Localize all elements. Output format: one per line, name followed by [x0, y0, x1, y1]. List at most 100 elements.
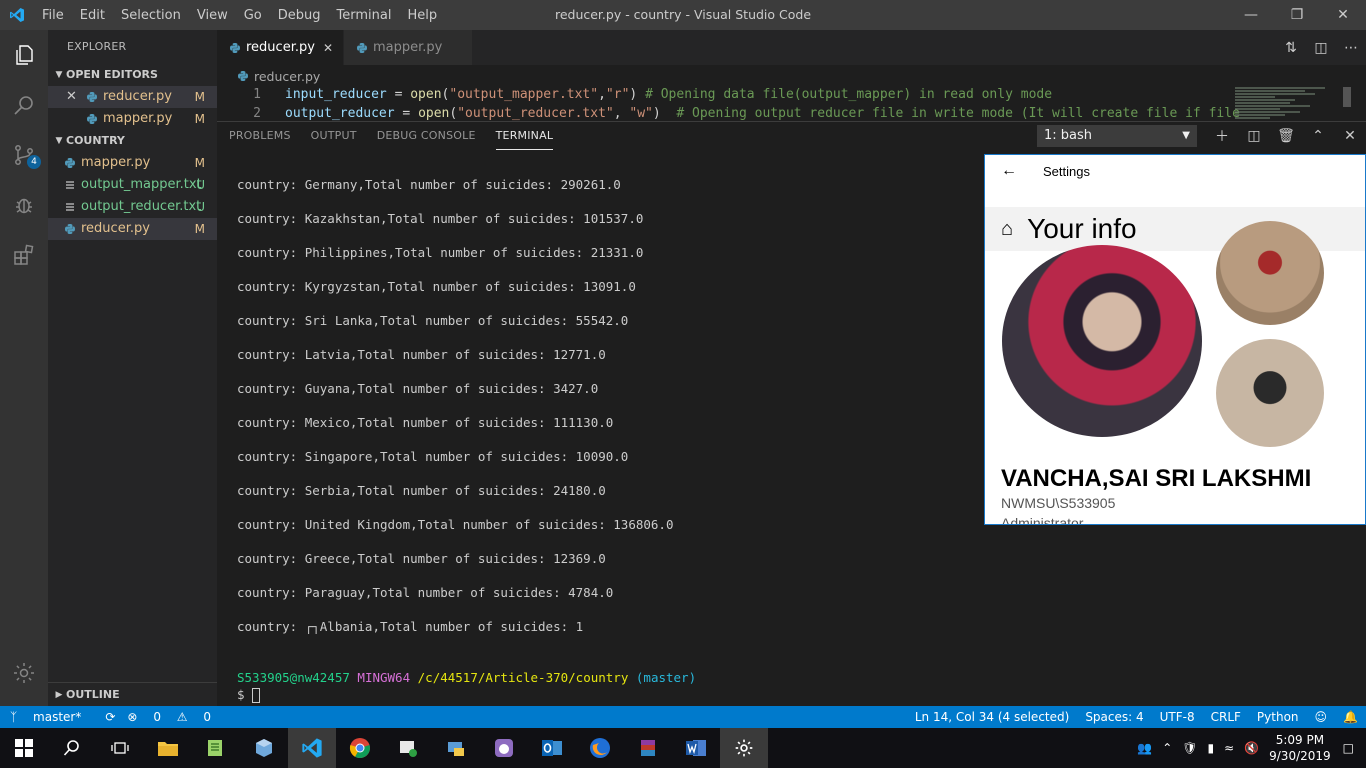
task-view-icon[interactable] — [96, 728, 144, 768]
encoding[interactable]: UTF-8 — [1160, 710, 1195, 724]
media-app-icon[interactable] — [384, 728, 432, 768]
close-icon[interactable]: ✕ — [1320, 0, 1366, 30]
winrar-icon[interactable] — [624, 728, 672, 768]
settings-window[interactable]: ← Settings ⌂ Your info VANCHA,SAI SRI LA… — [984, 154, 1366, 525]
split-editor-icon[interactable]: ◫ — [1306, 40, 1336, 56]
volume-muted-icon[interactable]: 🔇 — [1244, 741, 1259, 755]
windows-start-icon[interactable] — [0, 728, 48, 768]
indentation[interactable]: Spaces: 4 — [1085, 710, 1143, 724]
control-panel-icon[interactable] — [432, 728, 480, 768]
settings-taskbar-gear-icon[interactable] — [720, 728, 768, 768]
bell-icon[interactable]: 🔔 — [1343, 710, 1358, 724]
search-icon[interactable] — [48, 728, 96, 768]
vscode-taskbar-icon[interactable] — [288, 728, 336, 768]
gear-icon[interactable] — [0, 648, 48, 698]
battery-icon[interactable]: ▮ — [1208, 741, 1215, 755]
home-icon[interactable]: ⌂ — [1001, 218, 1013, 241]
menu-debug[interactable]: Debug — [270, 8, 329, 23]
restore-icon[interactable]: ❐ — [1274, 0, 1320, 30]
profile-photo[interactable] — [1002, 245, 1202, 437]
tab-debug-console[interactable]: DEBUG CONSOLE — [377, 122, 476, 150]
tab-output[interactable]: OUTPUT — [311, 122, 357, 150]
file-explorer-icon[interactable] — [144, 728, 192, 768]
status-right: Ln 14, Col 34 (4 selected) Spaces: 4 UTF… — [915, 706, 1366, 728]
recent-photo[interactable] — [1216, 221, 1324, 325]
file-item[interactable]: output_reducer.txt U — [48, 196, 217, 218]
file-item[interactable]: reducer.py M — [48, 218, 217, 240]
menu-go[interactable]: Go — [236, 8, 270, 23]
close-icon[interactable]: ✕ — [66, 86, 84, 108]
chevron-up-icon[interactable]: ⌃ — [1162, 741, 1172, 755]
people-icon[interactable]: 👥 — [1137, 741, 1152, 755]
smiley-icon[interactable]: ☺ — [1315, 710, 1328, 724]
prompt-branch: (master) — [635, 670, 697, 685]
explorer-icon[interactable] — [0, 30, 48, 80]
menu-selection[interactable]: Selection — [113, 8, 189, 23]
close-panel-icon[interactable]: ✕ — [1334, 128, 1366, 144]
terminal-prompt[interactable]: S533905@nw42457 MINGW64 /c/44517/Article… — [237, 669, 696, 703]
cursor-position[interactable]: Ln 14, Col 34 (4 selected) — [915, 710, 1069, 724]
branch-indicator[interactable]: ᛉ master* — [10, 710, 93, 724]
recent-photo[interactable] — [1216, 339, 1324, 447]
more-actions-icon[interactable]: ⋯ — [1336, 40, 1366, 56]
open-editor-reducer[interactable]: ✕ reducer.py M — [48, 86, 217, 108]
word-icon[interactable] — [672, 728, 720, 768]
code-token: # Opening data file(output_mapper) in re… — [645, 87, 1053, 102]
security-icon[interactable]: 🛡 — [1182, 741, 1197, 755]
trash-icon[interactable]: 🗑 — [1270, 128, 1302, 144]
minimap[interactable] — [1233, 85, 1353, 121]
breadcrumb-file[interactable]: reducer.py — [254, 69, 320, 84]
back-arrow-icon[interactable]: ← — [1001, 162, 1017, 180]
debug-icon[interactable] — [0, 180, 48, 230]
source-control-icon[interactable]: 4 — [0, 130, 48, 180]
menu-file[interactable]: File — [34, 8, 72, 23]
prompt-env: MINGW64 — [357, 670, 411, 685]
breadcrumb[interactable]: reducer.py — [217, 65, 1366, 87]
tab-terminal[interactable]: TERMINAL — [495, 122, 554, 150]
close-icon[interactable]: ✕ — [323, 41, 333, 55]
tab-reducer[interactable]: reducer.py ✕ — [217, 30, 344, 65]
notifications-icon[interactable]: □ — [1343, 741, 1354, 755]
code-token: ) — [629, 87, 646, 102]
code-line: 2 output_reducer = open("output_reducer.… — [217, 104, 1366, 121]
menu-edit[interactable]: Edit — [72, 8, 113, 23]
maximize-panel-icon[interactable]: ⌃ — [1302, 128, 1334, 144]
outlook-icon[interactable] — [528, 728, 576, 768]
open-changes-icon[interactable]: ⇅ — [1276, 40, 1306, 56]
folder-header[interactable]: ▼ COUNTRY — [48, 130, 217, 152]
line-ending[interactable]: CRLF — [1211, 710, 1241, 724]
code-token: output_reducer — [285, 106, 395, 121]
modified-badge: M — [194, 222, 205, 236]
file-item[interactable]: output_mapper.txt U — [48, 174, 217, 196]
problems-indicator[interactable]: ⊗ 0 ⚠ 0 — [127, 710, 223, 724]
virtualbox-icon[interactable] — [240, 728, 288, 768]
tab-mapper[interactable]: mapper.py — [344, 30, 474, 65]
terminal-select[interactable]: 1: bash ▼ — [1037, 125, 1197, 147]
sync-icon[interactable]: ⟳ — [105, 710, 115, 724]
new-terminal-icon[interactable]: ＋ — [1206, 126, 1238, 146]
menu-terminal[interactable]: Terminal — [329, 8, 400, 23]
modified-badge: M — [194, 90, 205, 104]
github-desktop-icon[interactable] — [480, 728, 528, 768]
split-terminal-icon[interactable]: ◫ — [1238, 128, 1270, 144]
minimize-icon[interactable]: — — [1228, 0, 1274, 30]
search-icon[interactable] — [0, 80, 48, 130]
notepad-plus-icon[interactable] — [192, 728, 240, 768]
explorer-sidebar: EXPLORER ▼ OPEN EDITORS ✕ reducer.py M m… — [48, 30, 217, 706]
user-account: NWMSU\S533905 — [1001, 495, 1116, 511]
clock[interactable]: 5:09 PM 9/30/2019 — [1269, 732, 1331, 764]
open-editors-header[interactable]: ▼ OPEN EDITORS — [48, 64, 217, 86]
language-mode[interactable]: Python — [1257, 710, 1299, 724]
extensions-icon[interactable] — [0, 230, 48, 280]
open-editor-mapper[interactable]: mapper.py M — [48, 108, 217, 130]
code-editor[interactable]: 1 input_reducer = open("output_mapper.tx… — [217, 85, 1366, 121]
branch-name: master* — [33, 710, 82, 724]
tab-problems[interactable]: PROBLEMS — [229, 122, 291, 150]
file-item[interactable]: mapper.py M — [48, 152, 217, 174]
outline-header[interactable]: ▶ OUTLINE — [48, 682, 217, 706]
chrome-icon[interactable] — [336, 728, 384, 768]
menu-view[interactable]: View — [189, 8, 236, 23]
wifi-icon[interactable]: ≈ — [1224, 741, 1234, 755]
menu-help[interactable]: Help — [399, 8, 445, 23]
firefox-icon[interactable] — [576, 728, 624, 768]
